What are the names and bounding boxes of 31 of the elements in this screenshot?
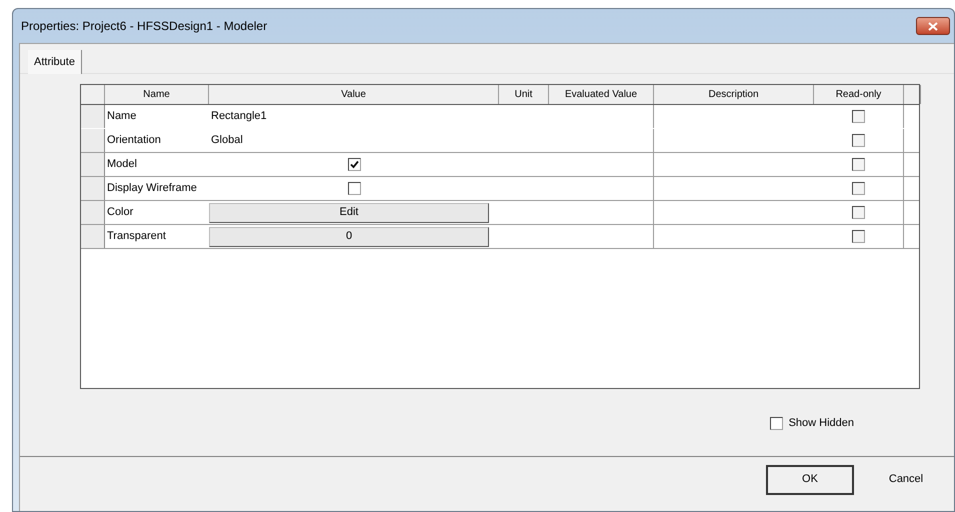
tab[interactable]: Attribute — [28, 50, 82, 74]
property-name: Display Wireframe — [106, 181, 197, 196]
row-header[interactable] — [81, 225, 105, 248]
property-name: Name — [106, 109, 136, 124]
window-title: Properties: Project6 - HFSSDesign1 - Modeler — [20, 18, 268, 35]
row-header[interactable] — [81, 201, 105, 224]
property-value: Global — [210, 133, 243, 148]
property-name: Transparent — [106, 229, 166, 244]
column-header[interactable]: Read-only — [814, 85, 904, 104]
column-header[interactable]: Value — [209, 85, 499, 104]
dialog-button[interactable]: OK — [766, 464, 854, 494]
checkbox[interactable] — [348, 158, 360, 171]
value-button[interactable]: Edit — [209, 202, 489, 222]
column-header[interactable]: Evaluated Value — [549, 85, 654, 104]
value-button[interactable]: 0 — [209, 226, 489, 246]
column-header[interactable]: Name — [105, 85, 209, 104]
row-header[interactable] — [81, 105, 105, 128]
row-header[interactable] — [81, 129, 105, 152]
checkbox[interactable] — [770, 416, 783, 430]
row-header[interactable] — [81, 177, 105, 200]
checkbox-label: Show Hidden — [788, 416, 854, 431]
property-name: Color — [106, 205, 134, 220]
property-value: Rectangle1 — [210, 109, 267, 124]
close-button[interactable] — [916, 17, 950, 35]
row-header[interactable] — [81, 153, 105, 176]
checkbox[interactable] — [348, 182, 360, 195]
property-name: Model — [106, 157, 137, 172]
close-icon — [928, 22, 938, 30]
column-header[interactable]: Unit — [499, 85, 549, 104]
property-name: Orientation — [106, 133, 161, 148]
column-header[interactable]: Description — [654, 85, 814, 104]
